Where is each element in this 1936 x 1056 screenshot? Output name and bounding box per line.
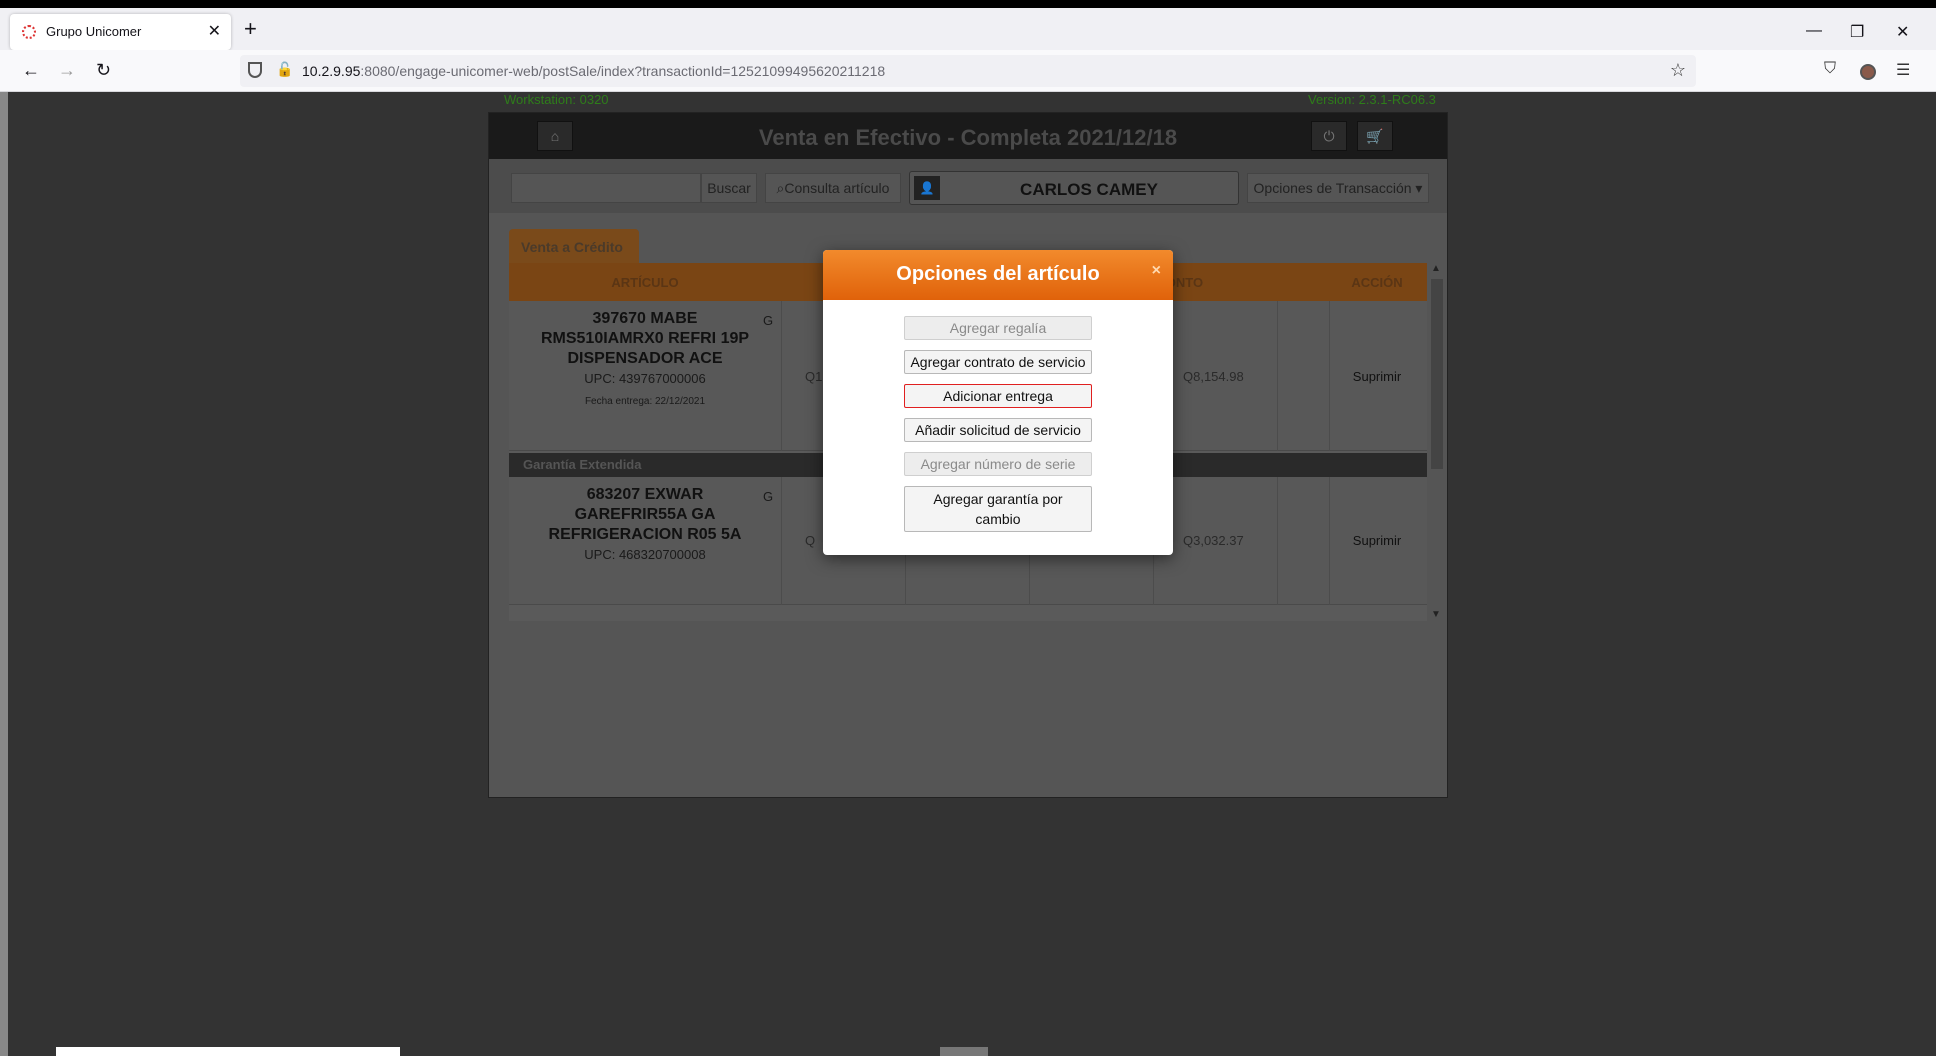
search-button[interactable]: Buscar: [701, 173, 757, 203]
add-service-request-button[interactable]: Añadir solicitud de servicio: [904, 418, 1092, 442]
pocket-icon[interactable]: ⛉: [1824, 60, 1836, 78]
page-title: Venta en Efectivo - Completa 2021/12/18: [758, 125, 1178, 150]
restore-button[interactable]: ❐: [1850, 22, 1864, 42]
column-divider: [781, 477, 782, 605]
search-row: Buscar ⌕Consulta artículo 👤 CARLOS CAMEY…: [489, 159, 1447, 213]
add-delivery-button[interactable]: Adicionar entrega: [904, 384, 1092, 408]
delete-link[interactable]: Suprimir: [1329, 369, 1425, 384]
warranty-flag: G: [763, 489, 774, 504]
scroll-down-icon[interactable]: ▼: [1431, 609, 1441, 620]
amount-cell: Q8,154.98: [1183, 369, 1244, 384]
column-header-article: ARTÍCULO: [611, 275, 679, 290]
cart-icon[interactable]: 🛒: [1357, 121, 1393, 151]
new-tab-button[interactable]: +: [244, 18, 257, 40]
tab-credit-sale[interactable]: Venta a Crédito: [509, 229, 639, 265]
url-path: :8080/engage-unicomer-web/postSale/index…: [360, 63, 886, 79]
column-divider: [1277, 301, 1278, 451]
column-divider: [1277, 477, 1278, 605]
url-bar[interactable]: 🔓 10.2.9.95:8080/engage-unicomer-web/pos…: [240, 55, 1696, 87]
workstation-label: Workstation: 0320: [504, 92, 609, 107]
customer-icon: 👤: [914, 176, 940, 200]
modal-title: Opciones del artículo: [896, 263, 1100, 285]
power-icon[interactable]: ⏻: [1311, 121, 1347, 151]
browser-tab-bar: Grupo Unicomer ✕ + — ❐ ✕: [0, 0, 1936, 50]
item-options-modal: Opciones del artículo × Agregar regalía …: [823, 250, 1173, 555]
left-edge: [0, 92, 8, 1056]
url-text[interactable]: 10.2.9.95:8080/engage-unicomer-web/postS…: [302, 63, 885, 79]
tracking-shield-icon[interactable]: [248, 62, 262, 78]
add-service-contract-button[interactable]: Agregar contrato de servicio: [904, 350, 1092, 374]
modal-header: Opciones del artículo ×: [823, 250, 1173, 300]
warranty-flag: G: [763, 313, 774, 328]
price-cell: Q: [805, 533, 816, 548]
delivery-date: Fecha entrega: 22/12/2021: [584, 396, 706, 407]
browser-tab[interactable]: Grupo Unicomer ✕: [10, 14, 231, 50]
item-lookup-label: Consulta artículo: [784, 180, 890, 196]
tab-close-icon[interactable]: ✕: [208, 21, 221, 41]
table-scrollbar[interactable]: ▲ ▼: [1429, 263, 1445, 627]
add-serial-number-button[interactable]: Agregar número de serie: [904, 452, 1092, 476]
modal-close-icon[interactable]: ×: [1152, 262, 1161, 280]
search-input[interactable]: [511, 173, 701, 203]
url-host: 10.2.9.95: [302, 63, 361, 79]
version-label: Version: 2.3.1-RC06.3: [1308, 92, 1436, 107]
scroll-thumb[interactable]: [1431, 279, 1443, 469]
customer-name: CARLOS CAMEY: [1020, 180, 1158, 199]
article-upc: UPC: 468320700008: [584, 547, 706, 562]
insecure-lock-icon[interactable]: 🔓: [276, 61, 293, 78]
add-exchange-warranty-button[interactable]: Agregar garantía por cambio: [904, 486, 1092, 532]
column-divider: [781, 301, 782, 451]
scroll-up-icon[interactable]: ▲: [1431, 263, 1441, 274]
column-header-action: ACCIÓN: [1351, 275, 1403, 290]
close-window-button[interactable]: ✕: [1896, 22, 1909, 42]
add-gift-button[interactable]: Agregar regalía: [904, 316, 1092, 340]
delete-link[interactable]: Suprimir: [1329, 533, 1425, 548]
bookmark-star-icon[interactable]: ☆: [1670, 60, 1686, 81]
amount-cell: Q3,032.37: [1183, 533, 1244, 548]
article-cell: 397670 MABE RMS510IAMRX0 REFRI 19P DISPE…: [509, 309, 781, 407]
reload-button[interactable]: ↻: [96, 60, 111, 81]
forward-button[interactable]: →: [58, 60, 76, 81]
article-name: 397670 MABE RMS510IAMRX0 REFRI 19P DISPE…: [540, 310, 750, 367]
favicon-icon: [22, 25, 36, 39]
account-avatar-icon[interactable]: [1860, 64, 1876, 80]
taskbar-search-box[interactable]: [56, 1047, 400, 1056]
article-name: 683207 EXWAR GAREFRIR55A GA REFRIGERACIO…: [548, 486, 742, 543]
back-button[interactable]: ←: [22, 60, 40, 81]
price-cell: Q1: [805, 369, 823, 384]
minimize-button[interactable]: —: [1806, 22, 1822, 40]
transaction-options-button[interactable]: Opciones de Transacción ▾: [1247, 173, 1429, 203]
article-cell: 683207 EXWAR GAREFRIR55A GA REFRIGERACIO…: [509, 485, 781, 562]
article-upc: UPC: 439767000006: [584, 371, 706, 386]
item-lookup-button[interactable]: ⌕Consulta artículo: [765, 173, 901, 203]
tab-title: Grupo Unicomer: [46, 24, 142, 39]
customer-box[interactable]: 👤 CARLOS CAMEY: [909, 171, 1239, 205]
browser-nav-bar: ← → ↻ 🔓 10.2.9.95:8080/engage-unicomer-w…: [0, 50, 1936, 92]
app-header: ⌂ Venta en Efectivo - Completa 2021/12/1…: [489, 113, 1447, 159]
taskbar-app[interactable]: [940, 1047, 988, 1056]
menu-icon[interactable]: ☰: [1896, 60, 1910, 80]
